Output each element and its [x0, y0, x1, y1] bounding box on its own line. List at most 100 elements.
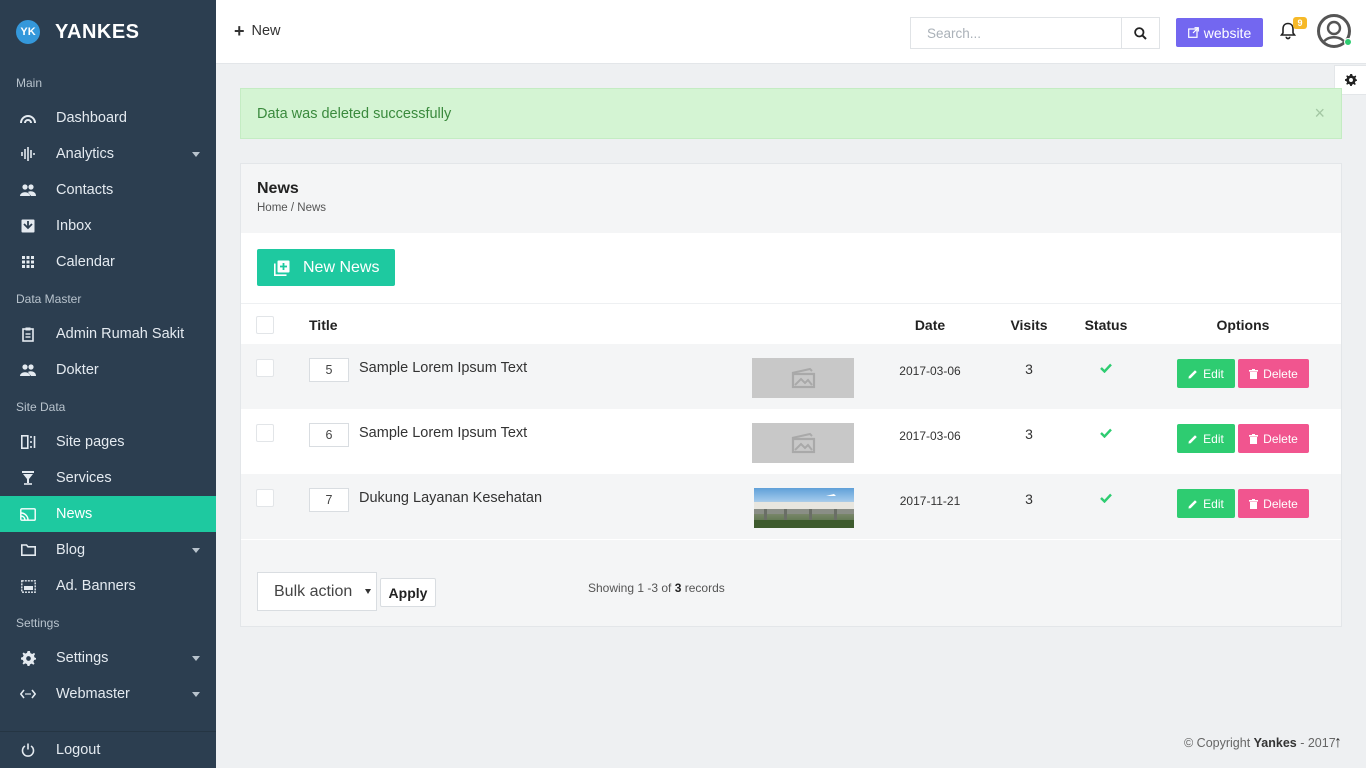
code-icon: [20, 686, 36, 702]
copyright-suffix: - 2017: [1296, 736, 1336, 750]
trash-icon: [1249, 368, 1259, 379]
close-icon[interactable]: ×: [1314, 104, 1325, 122]
order-input[interactable]: 7: [309, 488, 349, 512]
order-input[interactable]: 5: [309, 358, 349, 382]
edit-button[interactable]: Edit: [1177, 424, 1235, 453]
sidebar-item-news[interactable]: News: [0, 496, 216, 532]
sidebar-item-label: Contacts: [56, 182, 114, 198]
column-header-status: Status: [1084, 317, 1128, 333]
check-icon: [1099, 426, 1113, 440]
section-label-data-master: Data Master: [16, 292, 82, 306]
building-photo: [754, 494, 854, 528]
new-button[interactable]: + New: [234, 22, 281, 40]
section-label-site-data: Site Data: [16, 400, 66, 414]
logout-label: Logout: [56, 742, 101, 758]
edit-label: Edit: [1203, 496, 1224, 511]
sidebar-item-ad-banners[interactable]: Ad. Banners: [0, 568, 216, 604]
new-news-button[interactable]: New News: [257, 249, 395, 286]
dashboard-icon: [20, 110, 36, 126]
check-icon: [1099, 491, 1113, 505]
chevron-down-icon: [192, 656, 200, 661]
search-box: [910, 17, 1160, 49]
table-row: 6 Sample Lorem Ipsum Text 2017-03-06 3 E…: [241, 409, 1341, 474]
table-row: 7 Dukung Layanan Kesehatan 2017-11-21 3 …: [241, 474, 1341, 539]
brand-logo: YK: [16, 20, 40, 44]
sidebar-item-dashboard[interactable]: Dashboard: [0, 100, 216, 136]
copyright-brand: Yankes: [1253, 736, 1297, 750]
bulk-action-select[interactable]: Bulk action: [257, 572, 377, 611]
row-title[interactable]: Dukung Layanan Kesehatan: [359, 490, 542, 506]
new-label: New: [251, 23, 281, 39]
sidebar-item-settings[interactable]: Settings: [0, 640, 216, 676]
breadcrumb[interactable]: Home / News: [257, 202, 326, 214]
search-button[interactable]: [1121, 18, 1159, 48]
sidebar-item-webmaster[interactable]: Webmaster: [0, 676, 216, 712]
sidebar-item-label: Dashboard: [56, 110, 127, 126]
plus-icon: +: [234, 21, 245, 41]
sidebar-item-contacts[interactable]: Contacts: [0, 172, 216, 208]
chevron-down-icon: [192, 692, 200, 697]
contacts-icon: [20, 182, 36, 198]
column-header-date[interactable]: Date: [891, 317, 969, 333]
delete-button[interactable]: Delete: [1238, 489, 1309, 518]
gear-icon: [20, 650, 36, 666]
table-row: 5 Sample Lorem Ipsum Text 2017-03-06 3 E…: [241, 344, 1341, 409]
sidebar: YK YANKES Main Dashboard Analytics Conta…: [0, 0, 216, 768]
delete-button[interactable]: Delete: [1238, 424, 1309, 453]
sidebar-item-blog[interactable]: Blog: [0, 532, 216, 568]
sidebar-item-admin-rumah-sakit[interactable]: Admin Rumah Sakit: [0, 316, 216, 352]
image-placeholder-icon: [791, 432, 816, 454]
row-checkbox[interactable]: [256, 489, 274, 507]
row-title[interactable]: Sample Lorem Ipsum Text: [359, 425, 527, 441]
scroll-to-top-icon[interactable]: ↑: [1334, 734, 1342, 752]
inbox-icon: [20, 218, 36, 234]
analytics-icon: [20, 146, 36, 162]
sidebar-item-dokter[interactable]: Dokter: [0, 352, 216, 388]
new-news-label: New News: [303, 258, 380, 276]
clipboard-icon: [20, 326, 36, 342]
edit-button[interactable]: Edit: [1177, 489, 1235, 518]
delete-button[interactable]: Delete: [1238, 359, 1309, 388]
row-title[interactable]: Sample Lorem Ipsum Text: [359, 360, 527, 376]
row-date: 2017-03-06: [899, 429, 961, 443]
brand[interactable]: YK YANKES: [0, 0, 216, 64]
copyright: © Copyright Yankes - 2017: [1184, 736, 1336, 750]
notification-badge: 9: [1293, 17, 1307, 29]
sidebar-item-calendar[interactable]: Calendar: [0, 244, 216, 280]
sidebar-item-label: Admin Rumah Sakit: [56, 326, 185, 342]
row-checkbox[interactable]: [256, 424, 274, 442]
pencil-icon: [1188, 369, 1198, 379]
edit-button[interactable]: Edit: [1177, 359, 1235, 388]
order-input[interactable]: 6: [309, 423, 349, 447]
sidebar-item-label: Services: [56, 470, 112, 486]
folder-icon: [20, 542, 36, 558]
gear-icon: [1344, 74, 1357, 86]
thumbnail-image: [754, 488, 854, 528]
select-all-checkbox[interactable]: [256, 316, 274, 334]
copyright-prefix: © Copyright: [1184, 736, 1254, 750]
sidebar-item-site-pages[interactable]: Site pages: [0, 424, 216, 460]
records-summary: Showing 1 -3 of 3 records: [588, 581, 725, 595]
section-label-main: Main: [16, 76, 43, 90]
website-button[interactable]: website: [1176, 18, 1263, 47]
showing-prefix: Showing 1 -3 of: [588, 581, 675, 595]
image-placeholder-icon: [791, 367, 816, 389]
sidebar-item-label: Ad. Banners: [56, 578, 136, 594]
website-label: website: [1203, 24, 1252, 41]
sidebar-item-inbox[interactable]: Inbox: [0, 208, 216, 244]
column-header-visits[interactable]: Visits: [999, 317, 1059, 333]
sidebar-item-analytics[interactable]: Analytics: [0, 136, 216, 172]
column-header-title[interactable]: Title: [309, 317, 338, 333]
row-visits: 3: [1025, 491, 1033, 507]
delete-label: Delete: [1263, 366, 1298, 381]
brand-name: YANKES: [55, 20, 140, 43]
filter-icon: [20, 470, 36, 486]
search-input[interactable]: [911, 18, 1121, 48]
apply-button[interactable]: Apply: [380, 578, 436, 607]
pencil-icon: [1188, 434, 1198, 444]
panel-footer: Bulk action Apply Showing 1 -3 of 3 reco…: [241, 556, 1341, 626]
sidebar-item-services[interactable]: Services: [0, 460, 216, 496]
logout-button[interactable]: Logout: [0, 731, 216, 768]
row-checkbox[interactable]: [256, 359, 274, 377]
bulk-action-selected: Bulk action: [274, 582, 353, 600]
